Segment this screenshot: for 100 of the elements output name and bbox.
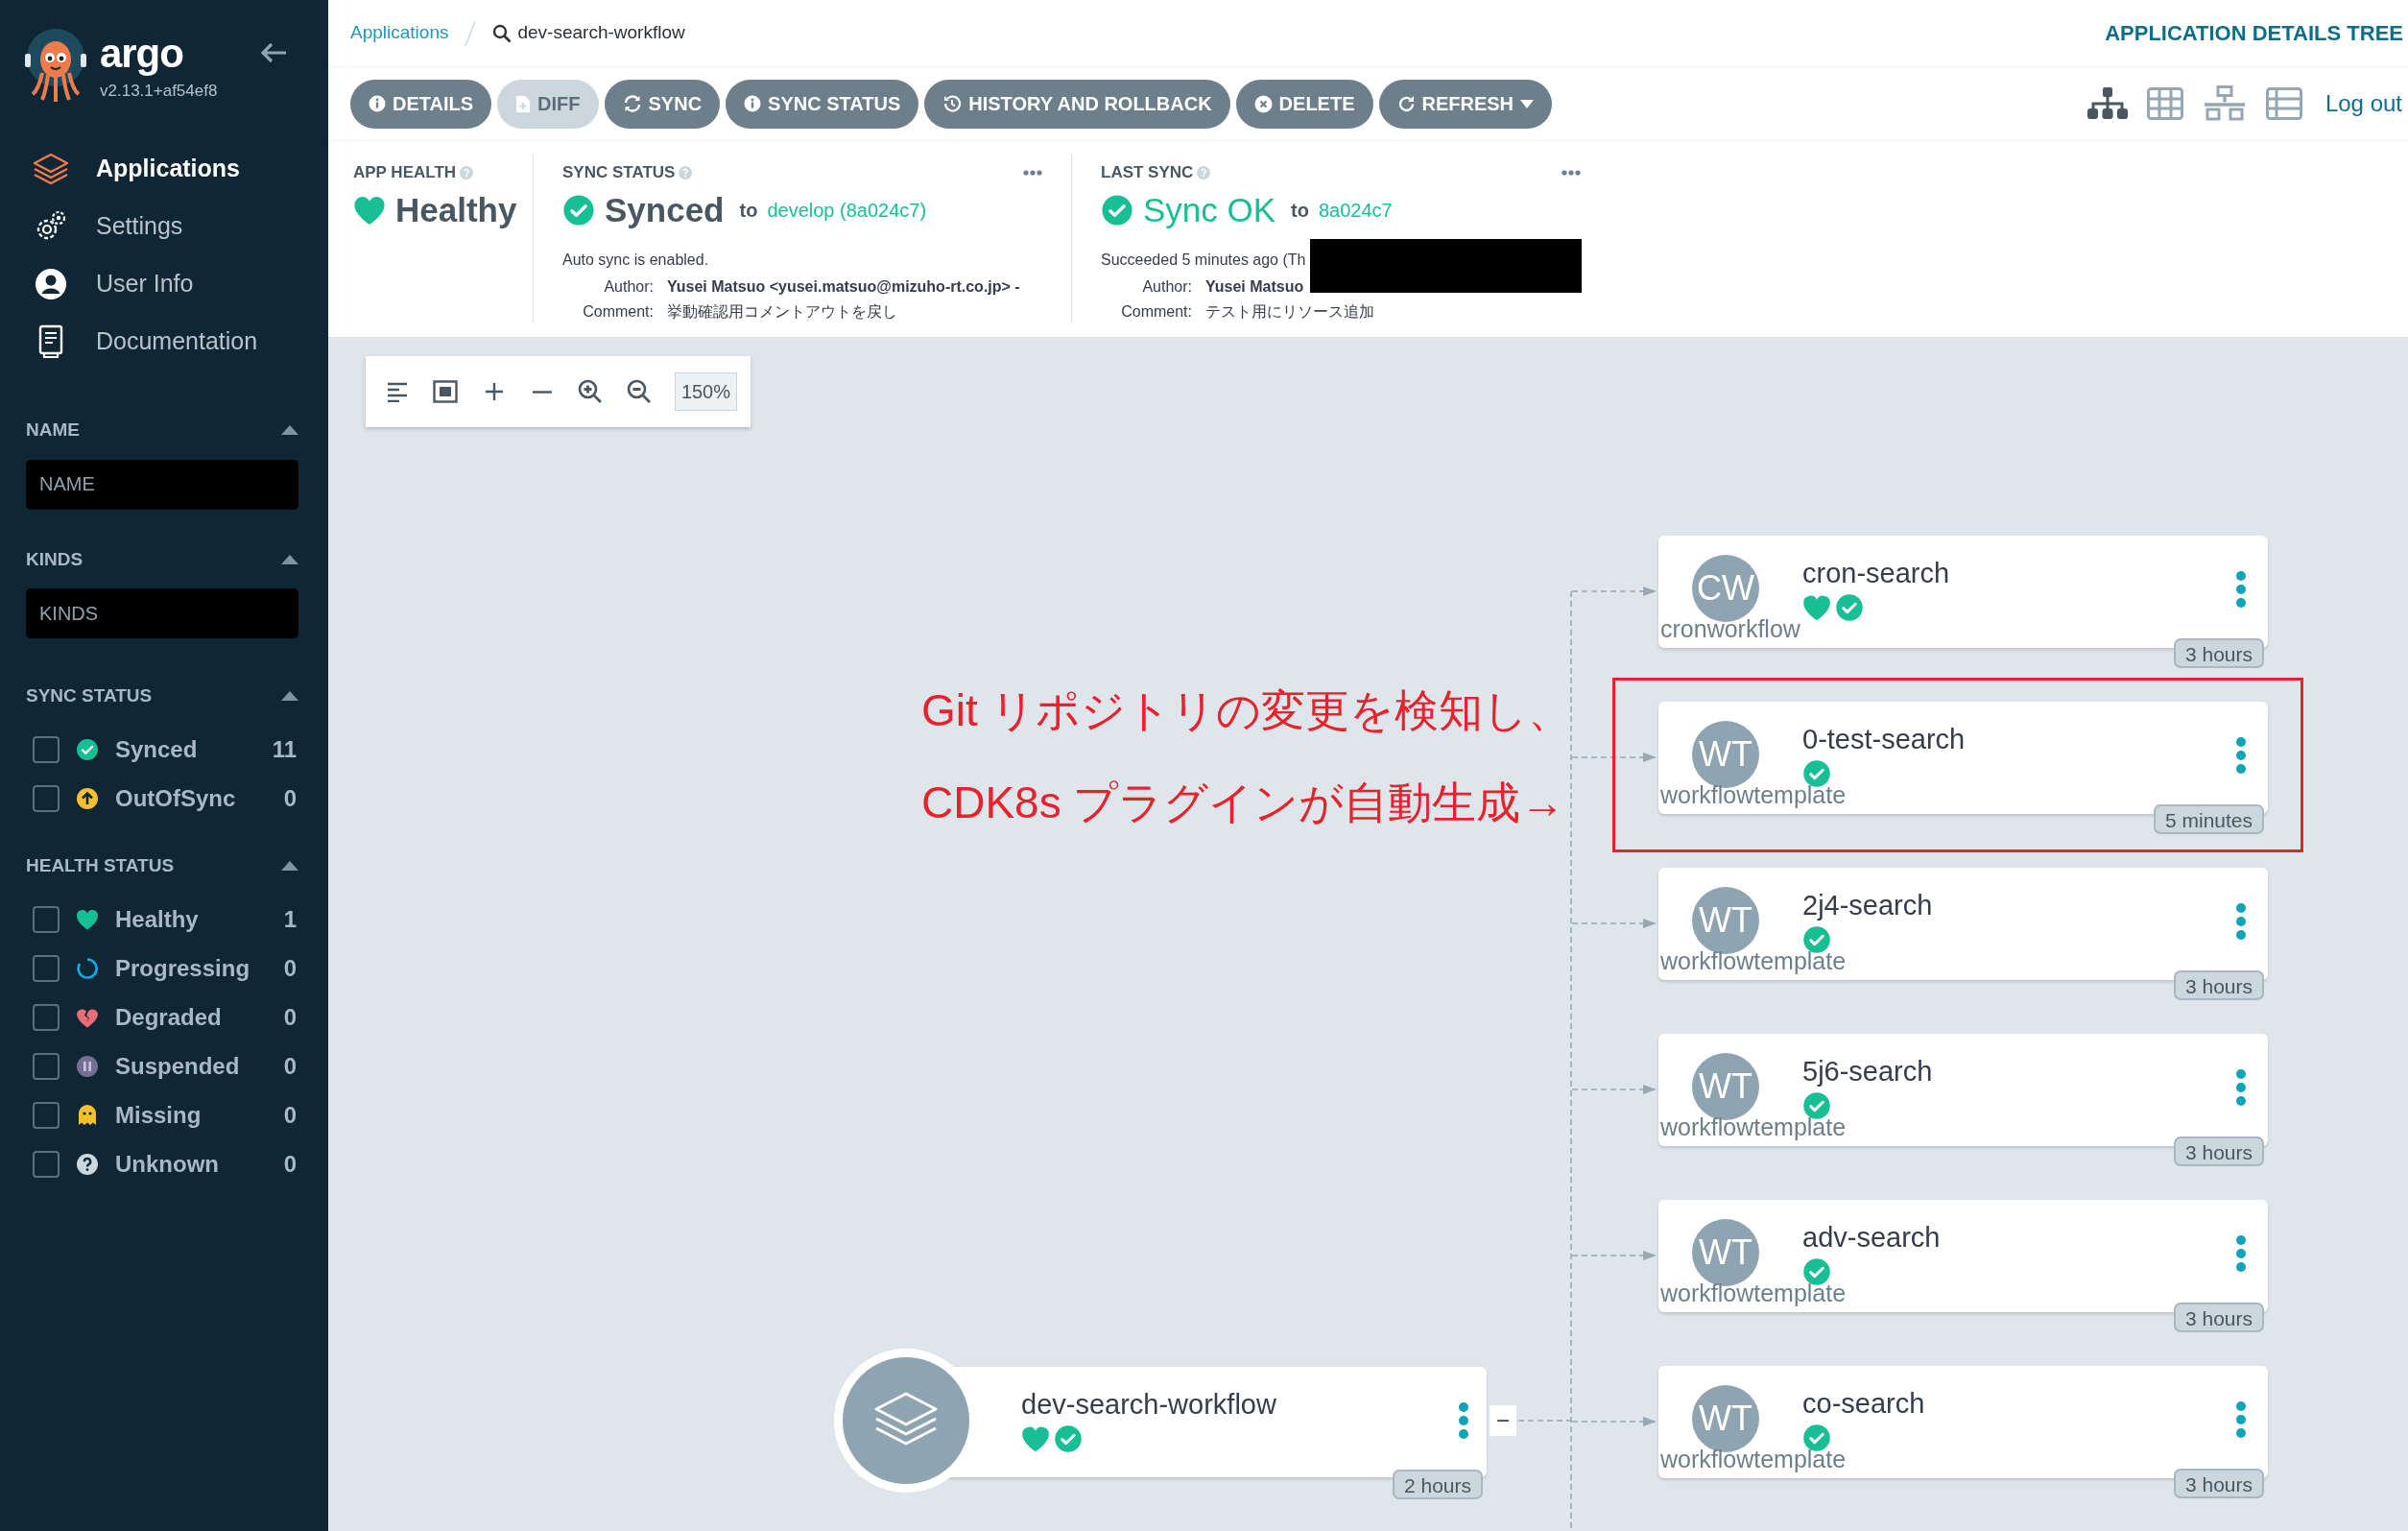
nav-item[interactable]: User Info (0, 255, 328, 313)
filter-label[interactable]: Healthy (115, 901, 199, 937)
age-badge: 3 hours (2173, 638, 2264, 668)
filter-count: 0 (283, 784, 297, 813)
field-label: Author: (1141, 277, 1192, 297)
more-dots-icon[interactable] (1023, 169, 1042, 176)
kebab-menu-icon[interactable] (2234, 902, 2248, 941)
resource-node[interactable]: CW cron-search cronworkflow (1658, 536, 2268, 648)
kebab-menu-icon[interactable] (2234, 736, 2248, 775)
age-badge: 3 hours (2173, 1136, 2264, 1166)
node-name: cron-search (1802, 557, 1950, 590)
up-arrow-circle-icon (76, 787, 99, 810)
kebab-menu-icon[interactable] (2234, 570, 2248, 609)
section-label: APP HEALTH (353, 162, 457, 183)
kebab-menu-icon[interactable] (2234, 1234, 2248, 1273)
x-circle-icon (1253, 94, 1273, 113)
checkbox[interactable] (33, 1101, 60, 1129)
comment-value: 挙動確認用コメントアウトを戻し (667, 302, 898, 322)
history-clock-icon (942, 94, 963, 113)
filter-input-field[interactable]: KINDS (26, 588, 298, 638)
checkbox[interactable] (33, 1052, 60, 1080)
ghost-icon (77, 1103, 98, 1127)
filter-count: 0 (283, 953, 297, 983)
check-circle-icon (562, 193, 595, 227)
logout-link[interactable]: Log out (2325, 86, 2402, 121)
filter-count: 1 (283, 904, 297, 934)
check-circle-icon (1101, 193, 1133, 227)
filter-label[interactable]: Synced (115, 732, 198, 767)
annotation-text: CDK8s プラグインが自動生成→ (921, 777, 1566, 829)
filter-label[interactable]: Suspended (115, 1048, 240, 1084)
network-view-icon[interactable] (2202, 85, 2247, 122)
collapse-caret-icon[interactable] (281, 554, 298, 564)
sync-note: Succeeded 5 minutes ago (Th (1101, 251, 1307, 270)
field-label: Comment: (582, 302, 654, 322)
kebab-menu-icon[interactable] (1457, 1401, 1470, 1440)
broken-heart-icon (76, 1006, 99, 1028)
resource-node[interactable]: WT 5j6-search workflowtemplate (1658, 1034, 2268, 1146)
filter-label[interactable]: OutOfSync (115, 781, 236, 816)
resource-node[interactable]: WT 0-test-search workflowtemplate (1658, 702, 2268, 814)
filter-count: 0 (283, 1100, 297, 1130)
sync-status: Synced (605, 189, 725, 230)
node-name: 2j4-search (1802, 889, 1933, 922)
fit-screen-icon (433, 380, 459, 403)
toolbar-button[interactable]: REFRESH (1378, 79, 1553, 129)
layers-icon (33, 153, 69, 185)
zoom-level: 150% (674, 372, 738, 411)
checkbox[interactable] (33, 1003, 60, 1031)
field-label: Author: (603, 277, 654, 297)
checkbox[interactable] (33, 1150, 60, 1178)
more-dots-icon[interactable] (1562, 169, 1581, 176)
nav-item[interactable]: Documentation (0, 313, 328, 371)
author-value: Yusei Matsuo (1205, 277, 1305, 297)
list-view-icon[interactable] (2265, 87, 2302, 120)
info-icon (744, 95, 762, 112)
filter-label[interactable]: Unknown (115, 1146, 219, 1182)
nav-item[interactable]: Settings (0, 198, 328, 255)
kebab-menu-icon[interactable] (2234, 1068, 2248, 1107)
nav-item[interactable]: Applications (0, 140, 328, 198)
octopus-logo-icon (25, 27, 86, 104)
checkbox[interactable] (33, 736, 60, 763)
age-badge: 2 hours (1392, 1470, 1483, 1499)
search-icon[interactable] (492, 23, 513, 43)
node-name: adv-search (1802, 1221, 1941, 1255)
pause-circle-icon (76, 1054, 99, 1078)
resource-node[interactable]: WT adv-search workflowtemplate (1658, 1200, 2268, 1312)
kebab-menu-icon[interactable] (2234, 1400, 2248, 1439)
checkbox[interactable] (33, 905, 60, 933)
caret-icon (1520, 99, 1535, 108)
collapse-caret-icon[interactable] (281, 425, 298, 436)
resource-node[interactable]: WT 2j4-search workflowtemplate (1658, 868, 2268, 980)
checkbox[interactable] (33, 954, 60, 982)
filter-label[interactable]: Degraded (115, 999, 222, 1035)
page-title: APPLICATION DETAILS TREE (2105, 20, 2403, 47)
filter-label[interactable]: Missing (115, 1097, 202, 1133)
resource-node[interactable]: WT co-search workflowtemplate (1658, 1366, 2268, 1478)
checkbox[interactable] (33, 785, 60, 812)
question-circle-icon (76, 1152, 99, 1176)
zoom-in-icon (578, 379, 604, 404)
filter-label[interactable]: Progressing (115, 950, 250, 986)
filter-count: 0 (283, 1051, 297, 1081)
filter-count: 0 (283, 1149, 297, 1179)
filter-input-field[interactable]: NAME (26, 459, 298, 510)
toolbar-button[interactable]: DELETE (1235, 79, 1373, 129)
toolbar-button[interactable]: DETAILS (350, 79, 492, 129)
author-value: Yusei Matsuo <yusei.matsuo@mizuho-rt.co.jp> - (667, 277, 1021, 297)
toolbar-button[interactable]: SYNC STATUS (726, 79, 919, 129)
grid-view-icon[interactable] (2146, 87, 2183, 120)
node-name: 0-test-search (1802, 723, 1966, 756)
collapse-caret-icon[interactable] (281, 691, 298, 702)
toolbar-button[interactable]: SYNC (604, 79, 721, 129)
collapse-caret-icon[interactable] (281, 860, 298, 871)
user-circle-icon (35, 268, 67, 300)
section-label: SYNC STATUS (562, 162, 676, 183)
toolbar-button[interactable]: HISTORY AND ROLLBACK (924, 79, 1230, 129)
sync-note: Auto sync is enabled. (562, 251, 710, 270)
section-label: LAST SYNC (1101, 162, 1194, 183)
collapse-button[interactable]: − (1490, 1405, 1516, 1436)
tree-view-icon[interactable] (2086, 87, 2128, 120)
zoom-out-icon (626, 379, 652, 404)
version-text: v2.13.1+af54ef8 (100, 81, 218, 102)
